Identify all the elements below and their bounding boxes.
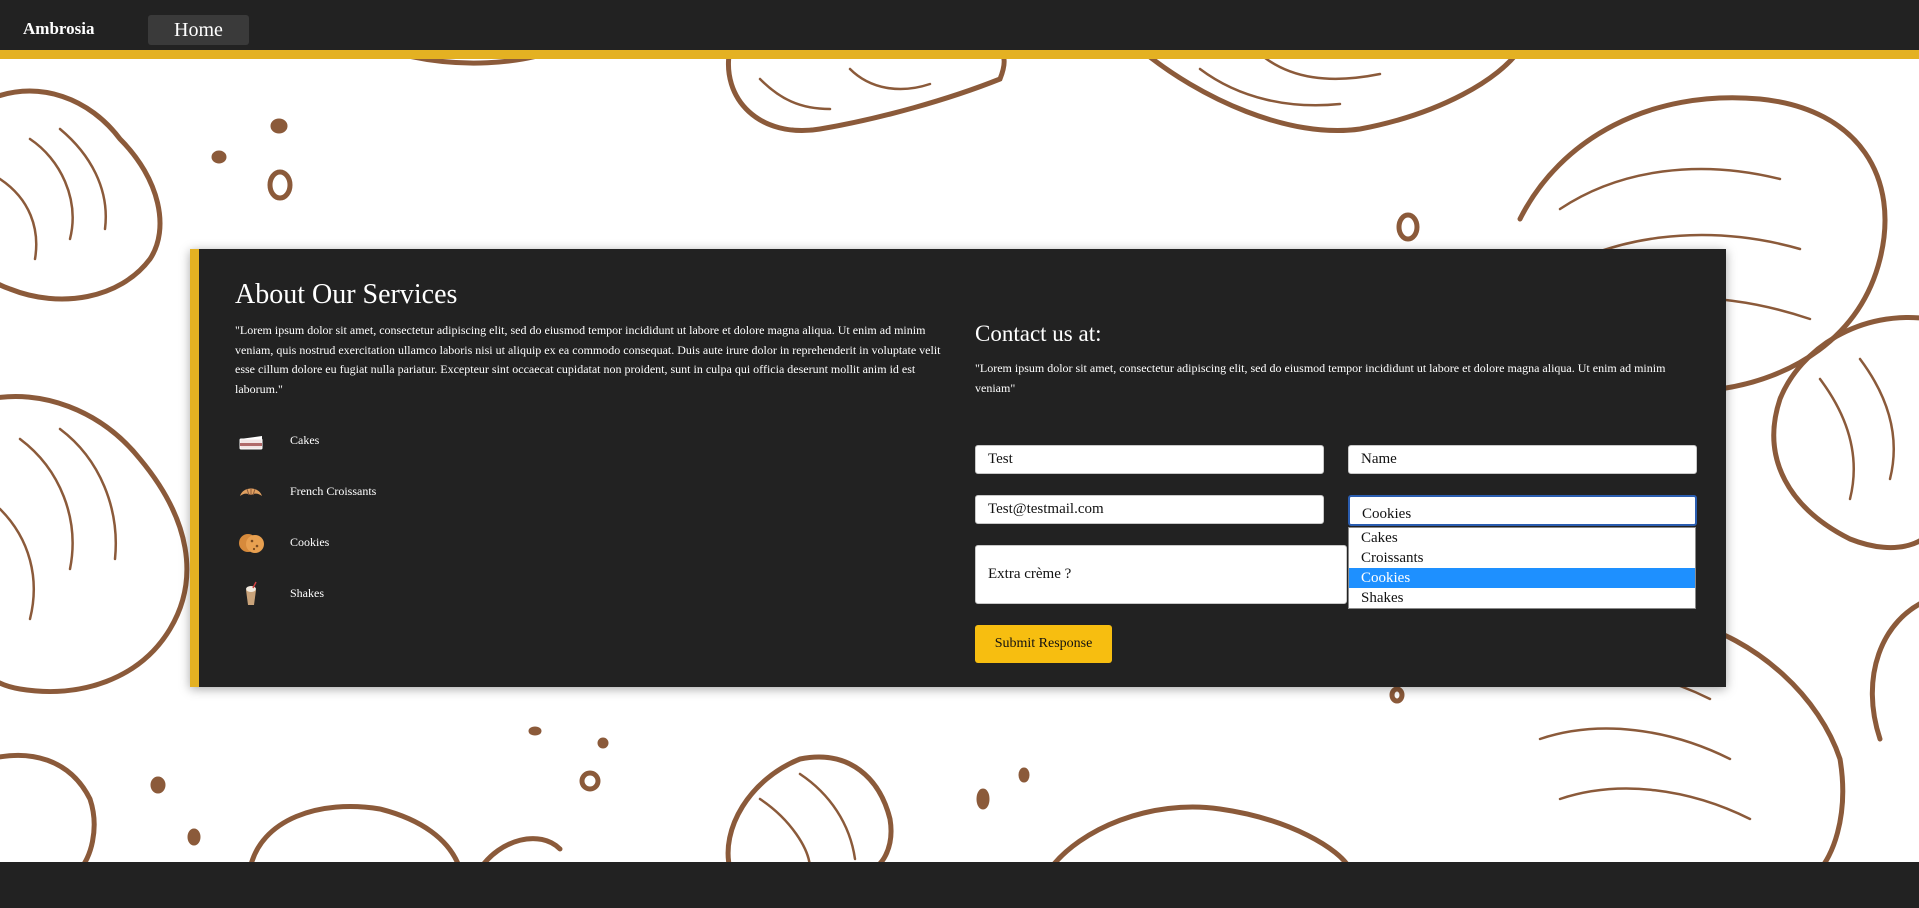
contact-section: Contact us at: "Lorem ipsum dolor sit am… bbox=[975, 321, 1699, 398]
services-contact-panel: About Our Services "Lorem ipsum dolor si… bbox=[190, 249, 1726, 687]
cake-icon bbox=[237, 427, 265, 455]
option-cookies[interactable]: Cookies bbox=[1349, 568, 1695, 588]
top-navbar: Ambrosia Home bbox=[0, 0, 1919, 59]
option-shakes[interactable]: Shakes bbox=[1349, 588, 1695, 608]
service-item-croissants: French Croissants bbox=[235, 466, 955, 517]
contact-text: "Lorem ipsum dolor sit amet, consectetur… bbox=[975, 361, 1666, 395]
footer-bar bbox=[0, 862, 1919, 908]
shake-icon bbox=[237, 580, 265, 608]
submit-response-button[interactable]: Submit Response bbox=[975, 625, 1112, 663]
email-input[interactable]: Test@testmail.com bbox=[975, 495, 1324, 524]
about-title: About Our Services bbox=[235, 279, 458, 310]
contact-title: Contact us at: bbox=[975, 321, 1102, 346]
about-section: About Our Services "Lorem ipsum dolor si… bbox=[235, 279, 955, 619]
option-croissants[interactable]: Croissants bbox=[1349, 548, 1695, 568]
service-label: French Croissants bbox=[290, 484, 377, 498]
service-item-cakes: Cakes bbox=[235, 415, 955, 466]
option-cakes[interactable]: Cakes bbox=[1349, 528, 1695, 548]
cookie-icon bbox=[237, 529, 265, 557]
product-select[interactable]: Cookies bbox=[1348, 495, 1697, 526]
nav-home-link[interactable]: Home bbox=[148, 15, 249, 45]
product-dropdown-list: Cakes Croissants Cookies Shakes bbox=[1348, 527, 1696, 609]
brand-logo[interactable]: Ambrosia bbox=[23, 19, 94, 39]
service-item-shakes: Shakes bbox=[235, 568, 955, 619]
services-list: Cakes French Croissants Cookies Shakes bbox=[235, 415, 955, 619]
service-label: Shakes bbox=[290, 586, 324, 600]
first-input[interactable]: Test bbox=[975, 445, 1324, 474]
service-item-cookies: Cookies bbox=[235, 517, 955, 568]
service-label: Cakes bbox=[290, 433, 320, 447]
extra-creme-field[interactable]: Extra crème ? bbox=[975, 545, 1347, 604]
service-label: Cookies bbox=[290, 535, 330, 549]
name-input[interactable]: Name bbox=[1348, 445, 1697, 474]
about-text: "Lorem ipsum dolor sit amet, consectetur… bbox=[235, 323, 941, 396]
croissant-icon bbox=[237, 478, 265, 506]
